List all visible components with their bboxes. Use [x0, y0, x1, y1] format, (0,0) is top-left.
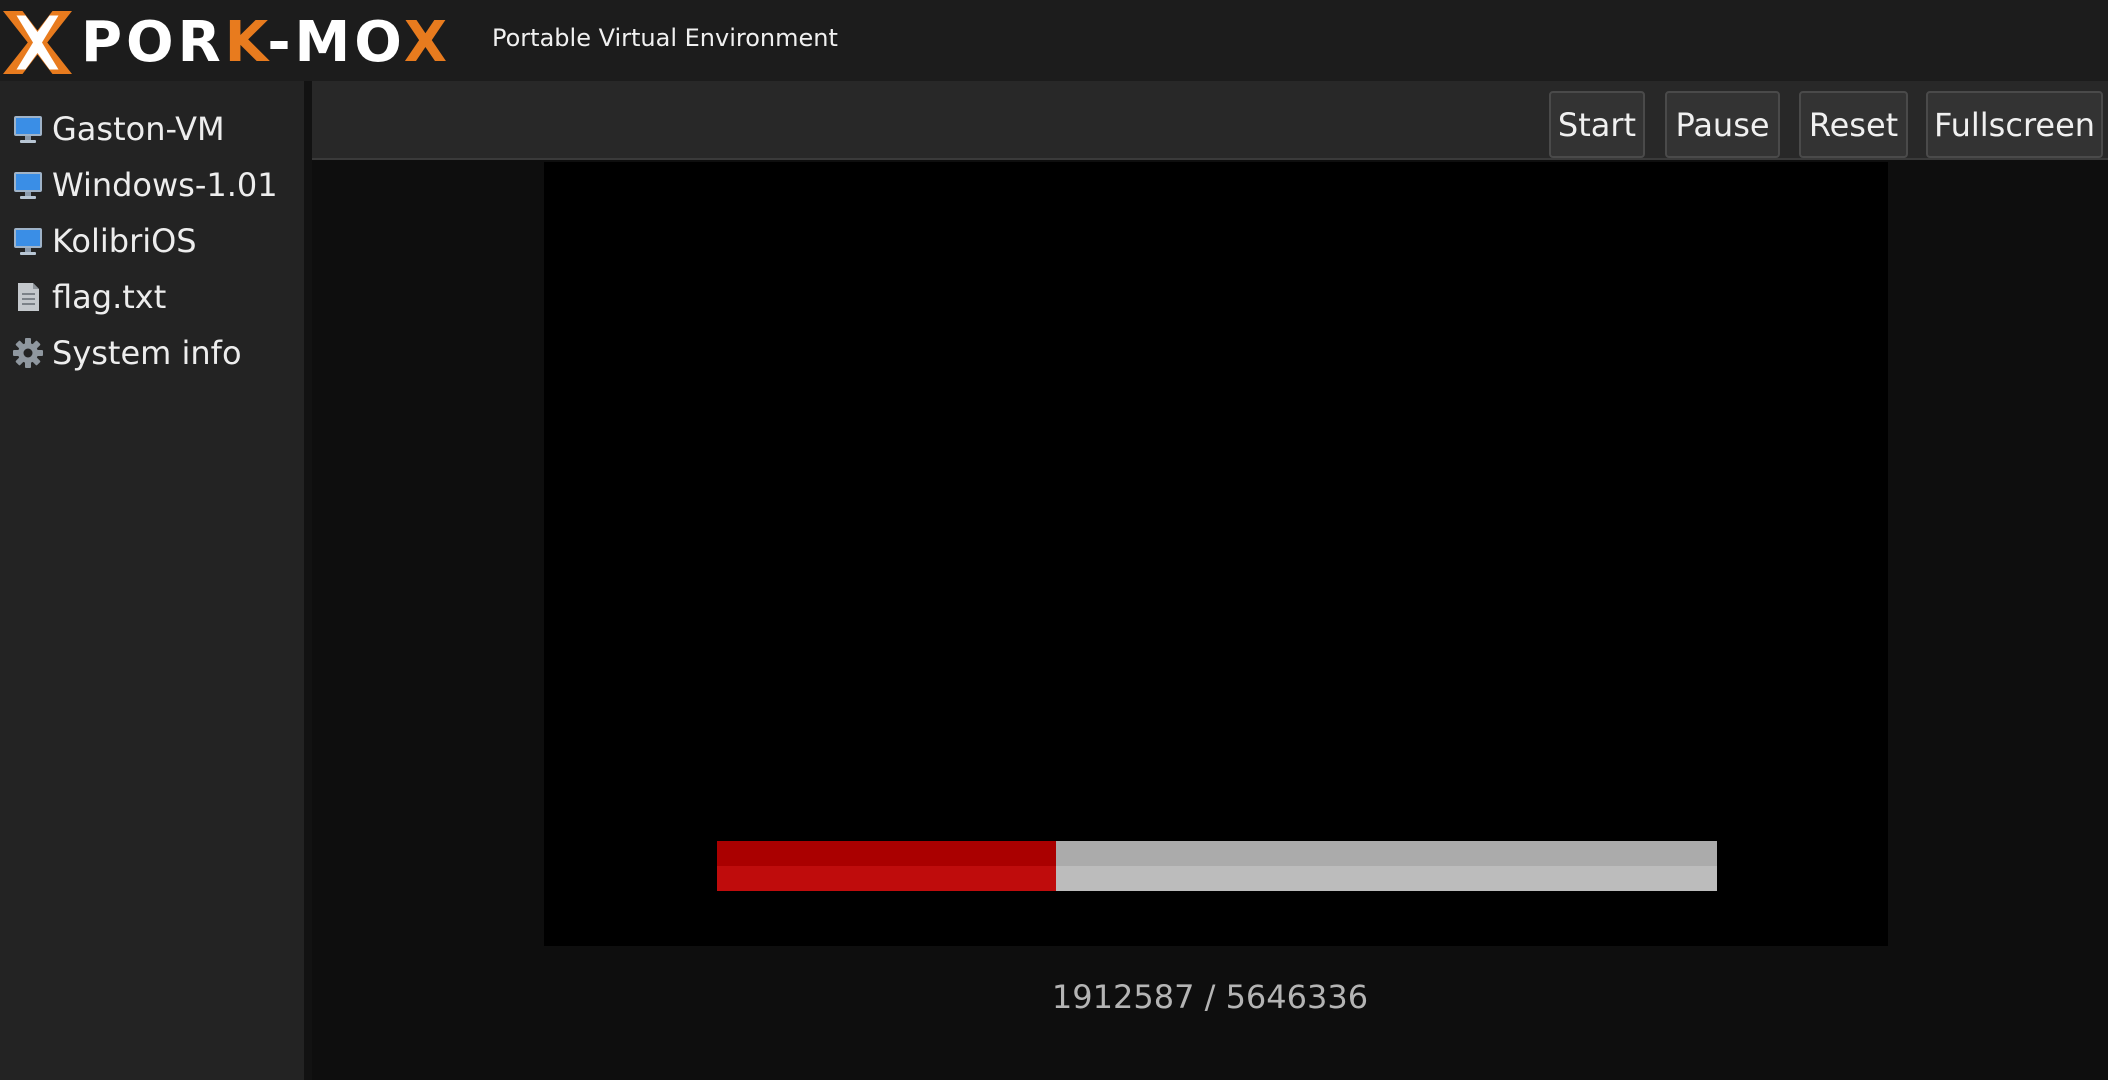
fullscreen-button[interactable]: Fullscreen [1926, 91, 2103, 158]
start-button[interactable]: Start [1549, 91, 1645, 158]
sidebar-item-gaston-vm[interactable]: Gaston-VM [0, 101, 304, 157]
pause-button[interactable]: Pause [1665, 91, 1780, 158]
loading-progress-bar [717, 841, 1717, 891]
top-bar: PORK-MOX Portable Virtual Environment [0, 0, 2108, 81]
monitor-icon [12, 225, 44, 257]
gear-icon [12, 337, 44, 369]
progress-fill [717, 841, 1056, 891]
sidebar-item-label: Windows-1.01 [52, 166, 278, 204]
sidebar-item-flag-txt[interactable]: flag.txt [0, 269, 304, 325]
logo-wordmark: PORK-MOX [81, 10, 452, 75]
sidebar-divider [304, 81, 312, 1080]
reset-button[interactable]: Reset [1799, 91, 1908, 158]
sidebar-item-label: flag.txt [52, 278, 167, 316]
logo-x-icon [3, 11, 72, 74]
sidebar: Gaston-VM Windows-1.01 KolibriOS flag.tx… [0, 81, 304, 1080]
vm-toolbar: Start Pause Reset Fullscreen [312, 81, 2108, 160]
sidebar-item-system-info[interactable]: System info [0, 325, 304, 381]
document-icon [12, 281, 44, 313]
vm-screen[interactable] [544, 162, 1888, 946]
logo: PORK-MOX [0, 5, 451, 80]
progress-counter: 1912587 / 5646336 [1051, 978, 1369, 1016]
header-subtitle: Portable Virtual Environment [492, 24, 838, 52]
sidebar-item-label: System info [52, 334, 242, 372]
main-panel: Start Pause Reset Fullscreen 1912587 / 5… [312, 81, 2108, 1080]
sidebar-item-kolibrios[interactable]: KolibriOS [0, 213, 304, 269]
sidebar-item-label: KolibriOS [52, 222, 197, 260]
monitor-icon [12, 113, 44, 145]
monitor-icon [12, 169, 44, 201]
sidebar-item-label: Gaston-VM [52, 110, 225, 148]
sidebar-item-windows-1-01[interactable]: Windows-1.01 [0, 157, 304, 213]
